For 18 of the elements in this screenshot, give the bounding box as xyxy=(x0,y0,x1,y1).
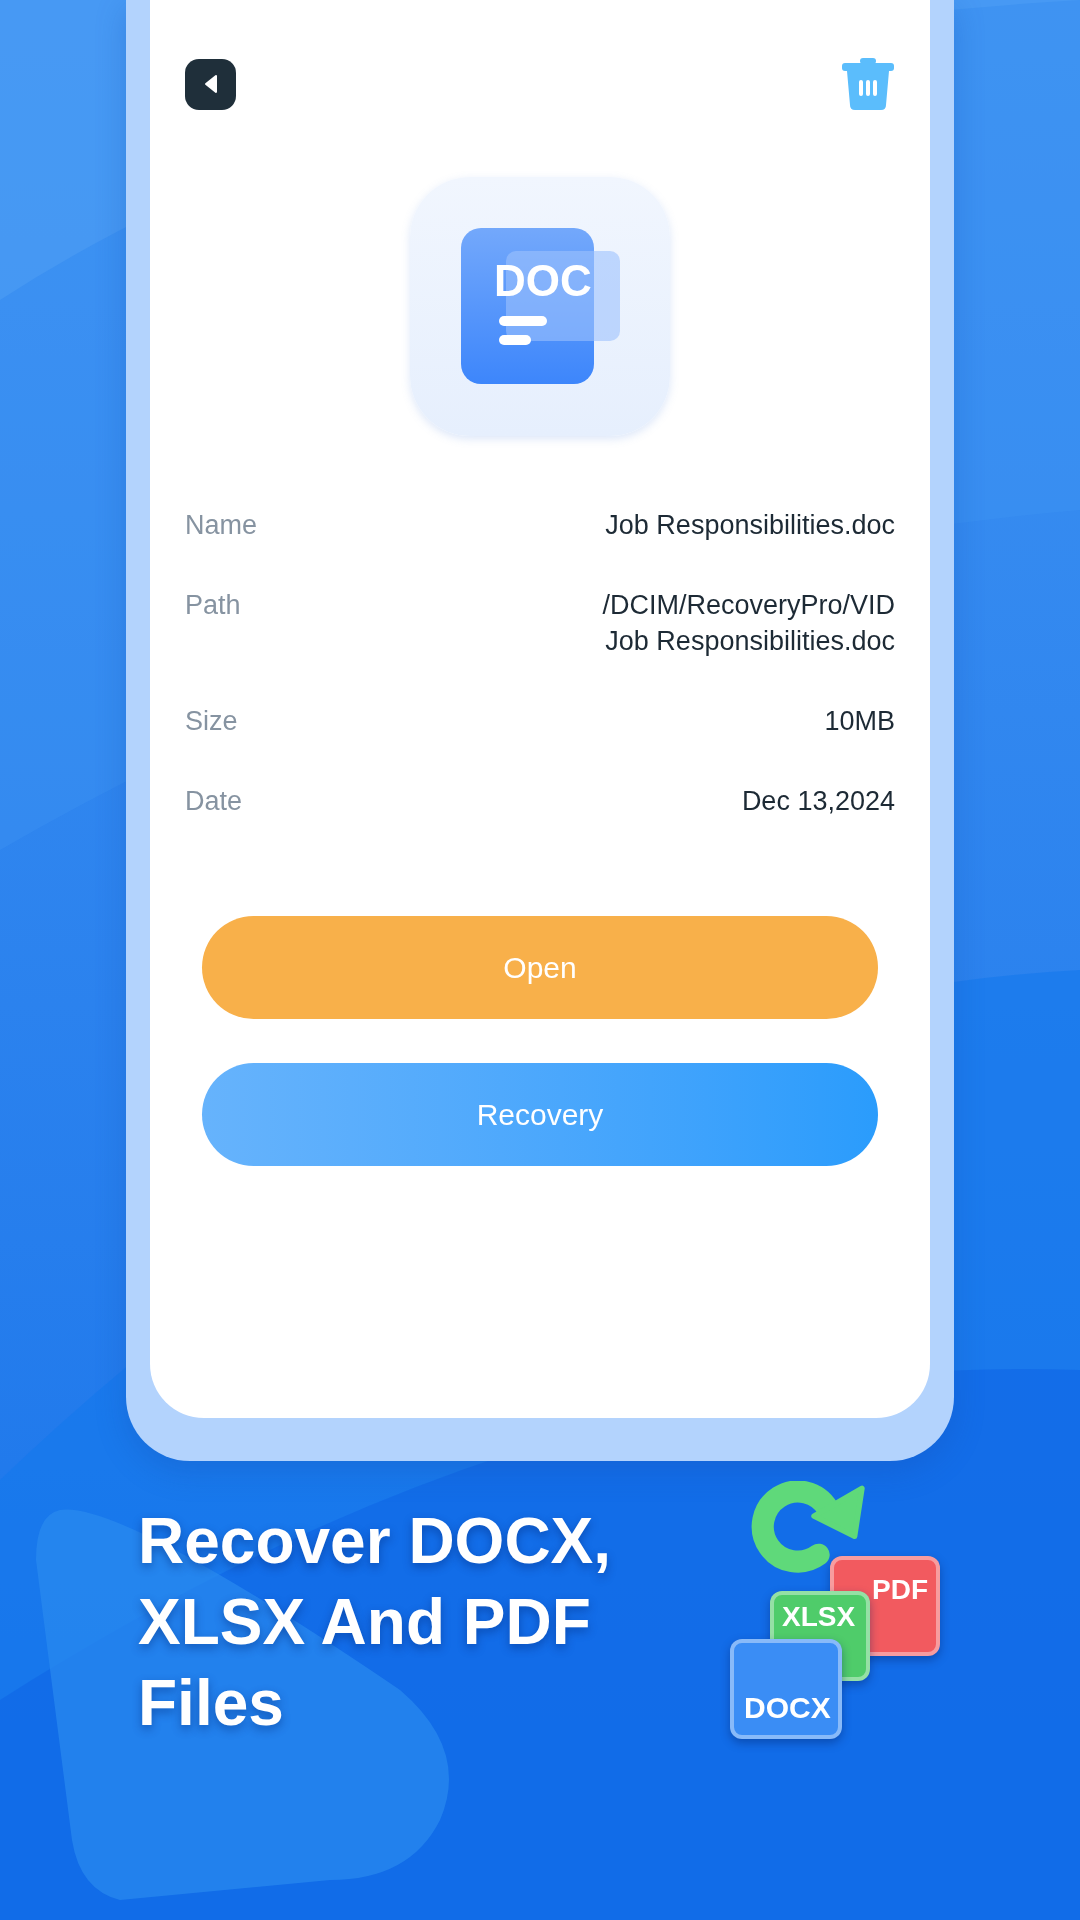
back-button[interactable] xyxy=(185,58,236,110)
file-type-label: PDF xyxy=(872,1576,928,1607)
detail-value: 10MB xyxy=(824,705,895,738)
detail-label: Date xyxy=(185,785,243,818)
detail-value: Dec 13,2024 xyxy=(741,785,895,818)
file-type-label: DOCX xyxy=(744,1693,832,1723)
detail-label: Size xyxy=(185,705,238,738)
back-arrow-icon xyxy=(202,74,219,94)
headline: Recover DOCX, XLSX And PDF Files xyxy=(138,1504,613,1741)
file-type-label: DOC xyxy=(494,259,592,303)
detail-value: /DCIM/RecoveryPro/VID Job Responsibilities.doc xyxy=(602,589,895,658)
detail-label: Name xyxy=(185,509,258,542)
detail-value: Job Responsibilities.doc xyxy=(605,509,895,542)
document-icon xyxy=(461,228,620,384)
open-button[interactable]: Open xyxy=(202,916,878,1019)
recovery-button[interactable]: Recovery xyxy=(202,1063,878,1166)
detail-label: Path xyxy=(185,589,241,622)
file-type-label: XLSX xyxy=(782,1603,857,1631)
